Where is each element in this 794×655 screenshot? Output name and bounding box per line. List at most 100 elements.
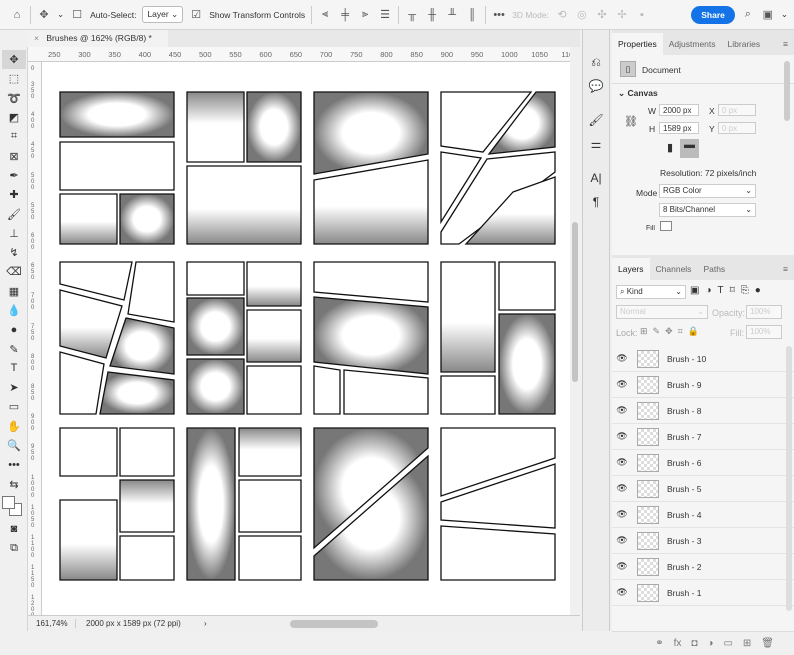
landscape-orientation-icon[interactable]: ▬ xyxy=(680,139,699,158)
fx-icon[interactable]: fx xyxy=(674,638,682,649)
move-tool-icon[interactable]: ✥ xyxy=(2,50,26,70)
tab-properties[interactable]: Properties xyxy=(612,33,663,55)
visibility-eye-icon[interactable]: 👁 xyxy=(612,457,632,468)
layers-scrollbar[interactable] xyxy=(786,346,792,611)
auto-select-checkbox[interactable]: ☐ xyxy=(70,8,84,22)
horizontal-scrollbar[interactable] xyxy=(290,620,378,628)
layer-row[interactable]: 👁 Brush - 8 xyxy=(612,398,794,424)
group-icon[interactable]: ▭ xyxy=(723,638,732,649)
visibility-eye-icon[interactable]: 👁 xyxy=(612,561,632,572)
visibility-eye-icon[interactable]: 👁 xyxy=(612,587,632,598)
object-select-tool-icon[interactable]: ◩ xyxy=(2,108,26,127)
chevron-down-icon[interactable]: ⌄ xyxy=(781,9,788,20)
screen-mode-icon[interactable]: ⧉ xyxy=(2,539,26,558)
fill-swatch[interactable] xyxy=(660,221,672,231)
panel-menu-icon[interactable]: ≡ xyxy=(777,33,794,55)
auto-select-dropdown[interactable]: Layer ⌄ xyxy=(142,6,184,23)
layer-row[interactable]: 👁 Brush - 2 xyxy=(612,554,794,580)
document-tab[interactable]: × Brushes @ 162% (RGB/8) * xyxy=(28,30,168,47)
lasso-tool-icon[interactable]: ➰ xyxy=(2,89,26,108)
visibility-eye-icon[interactable]: 👁 xyxy=(612,405,632,416)
stamp-tool-icon[interactable]: ⊥ xyxy=(2,224,26,243)
y-field[interactable]: 0 px xyxy=(718,122,756,134)
layers-menu-icon[interactable]: ≡ xyxy=(777,258,794,280)
crop-tool-icon[interactable]: ⌗ xyxy=(2,127,26,146)
new-layer-icon[interactable]: ⊞ xyxy=(743,638,751,649)
gradient-tool-icon[interactable]: ▦ xyxy=(2,282,26,301)
tab-adjustments[interactable]: Adjustments xyxy=(663,33,722,55)
blend-mode-dropdown[interactable]: Normal ⌄ xyxy=(616,305,708,319)
history-brush-icon[interactable]: ↯ xyxy=(2,243,26,262)
brush-settings-icon[interactable]: 🖌 xyxy=(583,108,609,132)
lock-icons[interactable]: ⊞✎✥⌗🔒 xyxy=(640,326,704,337)
more-icon[interactable]: ••• xyxy=(492,8,506,22)
layer-filter-icons[interactable]: ▣◑T⌑⎘● xyxy=(690,285,767,296)
layer-row[interactable]: 👁 Brush - 9 xyxy=(612,372,794,398)
dodge-tool-icon[interactable]: ● xyxy=(2,320,26,339)
close-tab-icon[interactable]: × xyxy=(34,33,39,43)
brush-tool-icon[interactable]: 🖌 xyxy=(2,204,26,223)
status-menu-arrow[interactable]: › xyxy=(196,619,207,628)
frame-tool-icon[interactable]: ⊠ xyxy=(2,146,26,165)
width-field[interactable]: 2000 px xyxy=(659,104,699,116)
character-icon[interactable]: A| xyxy=(583,166,609,190)
link-layers-icon[interactable]: ⚭ xyxy=(655,638,663,649)
distribute-vertical-icon[interactable]: ║ xyxy=(465,8,479,22)
marquee-tool-icon[interactable]: ⬚ xyxy=(2,69,26,88)
home-icon[interactable]: ⌂ xyxy=(10,8,24,22)
blur-tool-icon[interactable]: 💧 xyxy=(2,301,26,320)
history-icon[interactable]: ⎌ xyxy=(583,50,609,74)
layer-row[interactable]: 👁 Brush - 3 xyxy=(612,528,794,554)
chevron-down-icon[interactable]: ⌄ xyxy=(57,9,64,20)
move-tool-icon[interactable]: ✥ xyxy=(37,8,51,22)
tab-channels[interactable]: Channels xyxy=(650,258,698,280)
layer-filter-dropdown[interactable]: ⌕ Kind ⌄ xyxy=(616,285,686,299)
mode-dropdown[interactable]: RGB Color ⌄ xyxy=(659,184,756,198)
layer-row[interactable]: 👁 Brush - 4 xyxy=(612,502,794,528)
hand-tool-icon[interactable]: ✋ xyxy=(2,417,26,436)
align-bottom-icon[interactable]: ╨ xyxy=(445,8,459,22)
3d-slide-icon[interactable]: ✢ xyxy=(615,8,629,22)
layer-row[interactable]: 👁 Brush - 5 xyxy=(612,476,794,502)
tab-paths[interactable]: Paths xyxy=(697,258,731,280)
layer-row[interactable]: 👁 Brush - 1 xyxy=(612,580,794,606)
path-select-icon[interactable]: ➤ xyxy=(2,378,26,397)
zoom-level[interactable]: 161,74% xyxy=(28,619,76,628)
rectangle-tool-icon[interactable]: ▭ xyxy=(2,397,26,416)
swap-colors-icon[interactable]: ⇆ xyxy=(2,475,26,494)
align-middle-icon[interactable]: ╫ xyxy=(425,8,439,22)
show-transform-checkbox[interactable]: ☑ xyxy=(189,8,203,22)
3d-roll-icon[interactable]: ◎ xyxy=(575,8,589,22)
search-icon[interactable]: ⌕ xyxy=(741,8,755,22)
visibility-eye-icon[interactable]: 👁 xyxy=(612,509,632,520)
paragraph-icon[interactable]: ¶ xyxy=(583,190,609,214)
properties-scrollbar[interactable] xyxy=(784,61,790,121)
tab-libraries[interactable]: Libraries xyxy=(722,33,767,55)
comments-icon[interactable]: 💬 xyxy=(583,74,609,98)
layer-row[interactable]: 👁 Brush - 7 xyxy=(612,424,794,450)
bit-depth-dropdown[interactable]: 8 Bits/Channel ⌄ xyxy=(659,203,756,217)
more-tools-icon[interactable]: ••• xyxy=(2,455,26,474)
opacity-field[interactable]: 100% xyxy=(746,305,782,319)
adjustment-layer-icon[interactable]: ◑ xyxy=(707,638,713,649)
x-field[interactable]: 0 px xyxy=(718,104,756,116)
align-left-icon[interactable]: ⫷ xyxy=(318,8,332,22)
quick-mask-icon[interactable]: ◙ xyxy=(2,520,26,539)
mask-icon[interactable]: ◘ xyxy=(691,638,697,649)
layer-row[interactable]: 👁 Brush - 6 xyxy=(612,450,794,476)
share-button[interactable]: Share xyxy=(691,5,735,24)
vertical-scrollbar[interactable] xyxy=(570,47,580,615)
visibility-eye-icon[interactable]: 👁 xyxy=(612,535,632,546)
canvas-section-header[interactable]: ⌄ Canvas xyxy=(618,88,658,99)
visibility-eye-icon[interactable]: 👁 xyxy=(612,379,632,390)
3d-pan-icon[interactable]: ✣ xyxy=(595,8,609,22)
type-tool-icon[interactable]: T xyxy=(2,359,26,378)
visibility-eye-icon[interactable]: 👁 xyxy=(612,431,632,442)
link-icon[interactable]: ⛓ xyxy=(624,115,638,128)
align-right-icon[interactable]: ⫸ xyxy=(358,8,372,22)
visibility-eye-icon[interactable]: 👁 xyxy=(612,353,632,364)
align-center-icon[interactable]: ╪ xyxy=(338,8,352,22)
3d-orbit-icon[interactable]: ⟲ xyxy=(555,8,569,22)
delete-icon[interactable]: 🗑 xyxy=(761,638,774,649)
zoom-tool-icon[interactable]: 🔍 xyxy=(2,436,26,455)
